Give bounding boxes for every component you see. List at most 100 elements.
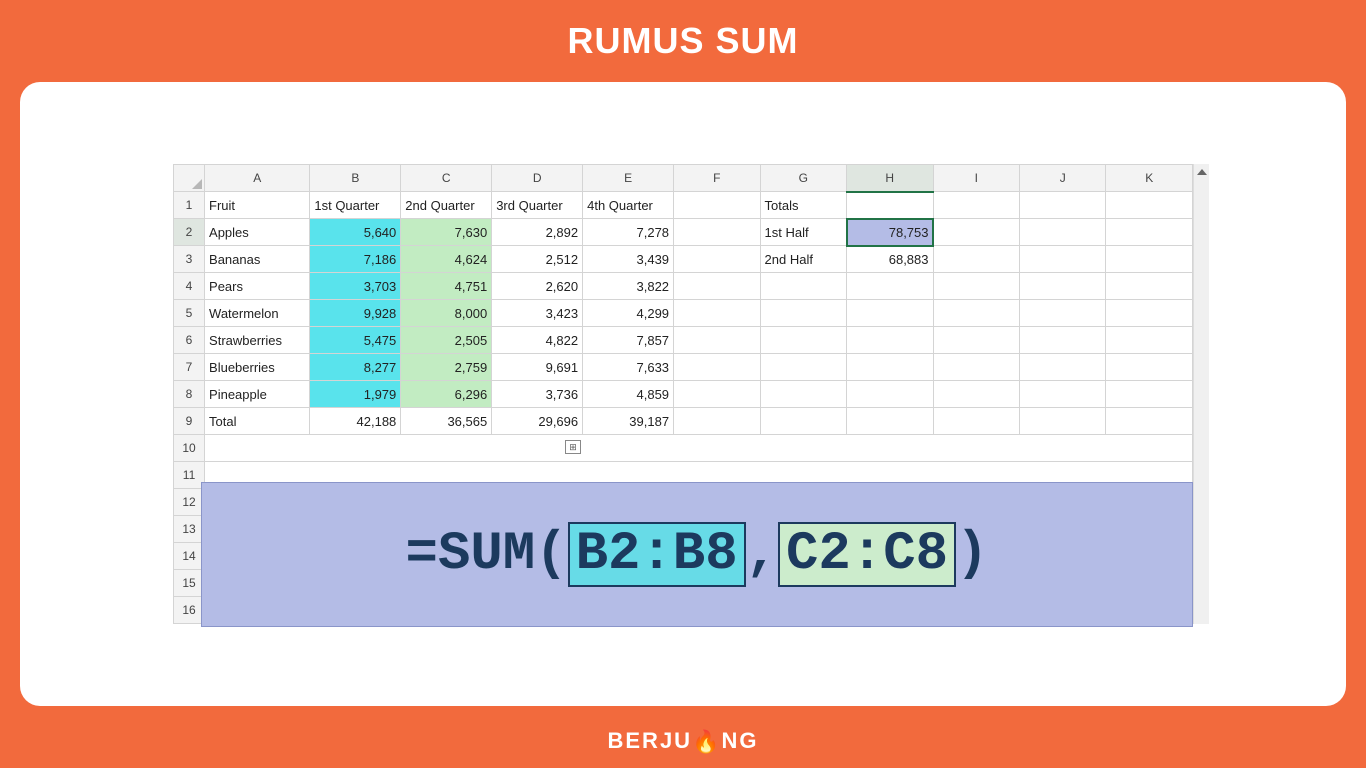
row-head[interactable]: 14: [174, 543, 205, 570]
row-head[interactable]: 1: [174, 192, 205, 219]
cell[interactable]: [1106, 192, 1193, 219]
cell[interactable]: [847, 327, 933, 354]
col-head-J[interactable]: J: [1019, 165, 1105, 192]
row-head[interactable]: 15: [174, 570, 205, 597]
cell[interactable]: ⊞: [205, 435, 1193, 462]
col-head-A[interactable]: A: [205, 165, 310, 192]
row-head[interactable]: 11: [174, 462, 205, 489]
cell[interactable]: Watermelon: [205, 300, 310, 327]
cell[interactable]: 5,475: [310, 327, 401, 354]
cell[interactable]: 3,736: [492, 381, 583, 408]
cell[interactable]: [674, 327, 760, 354]
cell[interactable]: 8,000: [401, 300, 492, 327]
cell[interactable]: 7,633: [583, 354, 674, 381]
cell[interactable]: [1106, 300, 1193, 327]
cell[interactable]: 4,299: [583, 300, 674, 327]
cell[interactable]: [674, 273, 760, 300]
cell[interactable]: 3,703: [310, 273, 401, 300]
cell[interactable]: [933, 381, 1019, 408]
cell[interactable]: [1106, 246, 1193, 273]
cell[interactable]: 6,296: [401, 381, 492, 408]
cell[interactable]: [847, 381, 933, 408]
cell[interactable]: 9,928: [310, 300, 401, 327]
cell[interactable]: [933, 354, 1019, 381]
cell[interactable]: [1019, 354, 1105, 381]
col-head-G[interactable]: G: [760, 165, 846, 192]
cell[interactable]: [1019, 192, 1105, 219]
cell[interactable]: 1,979: [310, 381, 401, 408]
cell[interactable]: 2,620: [492, 273, 583, 300]
cell[interactable]: Blueberries: [205, 354, 310, 381]
cell[interactable]: 39,187: [583, 408, 674, 435]
col-head-H[interactable]: H: [847, 165, 933, 192]
cell[interactable]: [1019, 381, 1105, 408]
cell[interactable]: [1106, 354, 1193, 381]
cell[interactable]: [760, 327, 846, 354]
cell[interactable]: 7,857: [583, 327, 674, 354]
select-all-corner[interactable]: [174, 165, 205, 192]
cell[interactable]: [1019, 408, 1105, 435]
cell[interactable]: [760, 273, 846, 300]
cell[interactable]: 8,277: [310, 354, 401, 381]
active-cell[interactable]: 78,753: [847, 219, 933, 246]
row-head[interactable]: 8: [174, 381, 205, 408]
cell[interactable]: 2,759: [401, 354, 492, 381]
cell[interactable]: 2,505: [401, 327, 492, 354]
cell[interactable]: [933, 219, 1019, 246]
row-head[interactable]: 2: [174, 219, 205, 246]
cell[interactable]: [674, 381, 760, 408]
cell[interactable]: [847, 354, 933, 381]
cell[interactable]: 36,565: [401, 408, 492, 435]
cell[interactable]: Totals: [760, 192, 846, 219]
cell[interactable]: [674, 408, 760, 435]
col-head-B[interactable]: B: [310, 165, 401, 192]
vertical-scrollbar[interactable]: [1193, 164, 1209, 624]
row-head[interactable]: 16: [174, 597, 205, 624]
cell[interactable]: [760, 300, 846, 327]
smart-tag-icon[interactable]: ⊞: [565, 440, 581, 454]
col-head-E[interactable]: E: [583, 165, 674, 192]
cell[interactable]: 3,439: [583, 246, 674, 273]
cell[interactable]: Apples: [205, 219, 310, 246]
scroll-up-icon[interactable]: [1197, 169, 1207, 175]
cell[interactable]: [1019, 327, 1105, 354]
cell[interactable]: [674, 300, 760, 327]
cell[interactable]: [847, 192, 933, 219]
cell[interactable]: Strawberries: [205, 327, 310, 354]
cell[interactable]: [674, 219, 760, 246]
cell[interactable]: [933, 246, 1019, 273]
cell[interactable]: 3rd Quarter: [492, 192, 583, 219]
cell[interactable]: [760, 408, 846, 435]
cell[interactable]: [1019, 219, 1105, 246]
cell[interactable]: 7,186: [310, 246, 401, 273]
col-head-K[interactable]: K: [1106, 165, 1193, 192]
cell[interactable]: 7,630: [401, 219, 492, 246]
cell[interactable]: [1019, 300, 1105, 327]
row-head[interactable]: 4: [174, 273, 205, 300]
row-head[interactable]: 3: [174, 246, 205, 273]
col-head-D[interactable]: D: [492, 165, 583, 192]
cell[interactable]: [1106, 219, 1193, 246]
cell[interactable]: 4,624: [401, 246, 492, 273]
cell[interactable]: Pears: [205, 273, 310, 300]
cell[interactable]: 5,640: [310, 219, 401, 246]
cell[interactable]: 4th Quarter: [583, 192, 674, 219]
row-head[interactable]: 13: [174, 516, 205, 543]
cell[interactable]: [1106, 408, 1193, 435]
cell[interactable]: [1019, 246, 1105, 273]
cell[interactable]: Pineapple: [205, 381, 310, 408]
cell[interactable]: 3,822: [583, 273, 674, 300]
row-head[interactable]: 5: [174, 300, 205, 327]
cell[interactable]: [760, 381, 846, 408]
cell[interactable]: [674, 192, 760, 219]
cell[interactable]: [674, 354, 760, 381]
cell[interactable]: [933, 300, 1019, 327]
cell[interactable]: 7,278: [583, 219, 674, 246]
col-head-I[interactable]: I: [933, 165, 1019, 192]
cell[interactable]: 1st Quarter: [310, 192, 401, 219]
cell[interactable]: 4,751: [401, 273, 492, 300]
cell[interactable]: 9,691: [492, 354, 583, 381]
cell[interactable]: [933, 192, 1019, 219]
cell[interactable]: 1st Half: [760, 219, 846, 246]
cell[interactable]: Fruit: [205, 192, 310, 219]
